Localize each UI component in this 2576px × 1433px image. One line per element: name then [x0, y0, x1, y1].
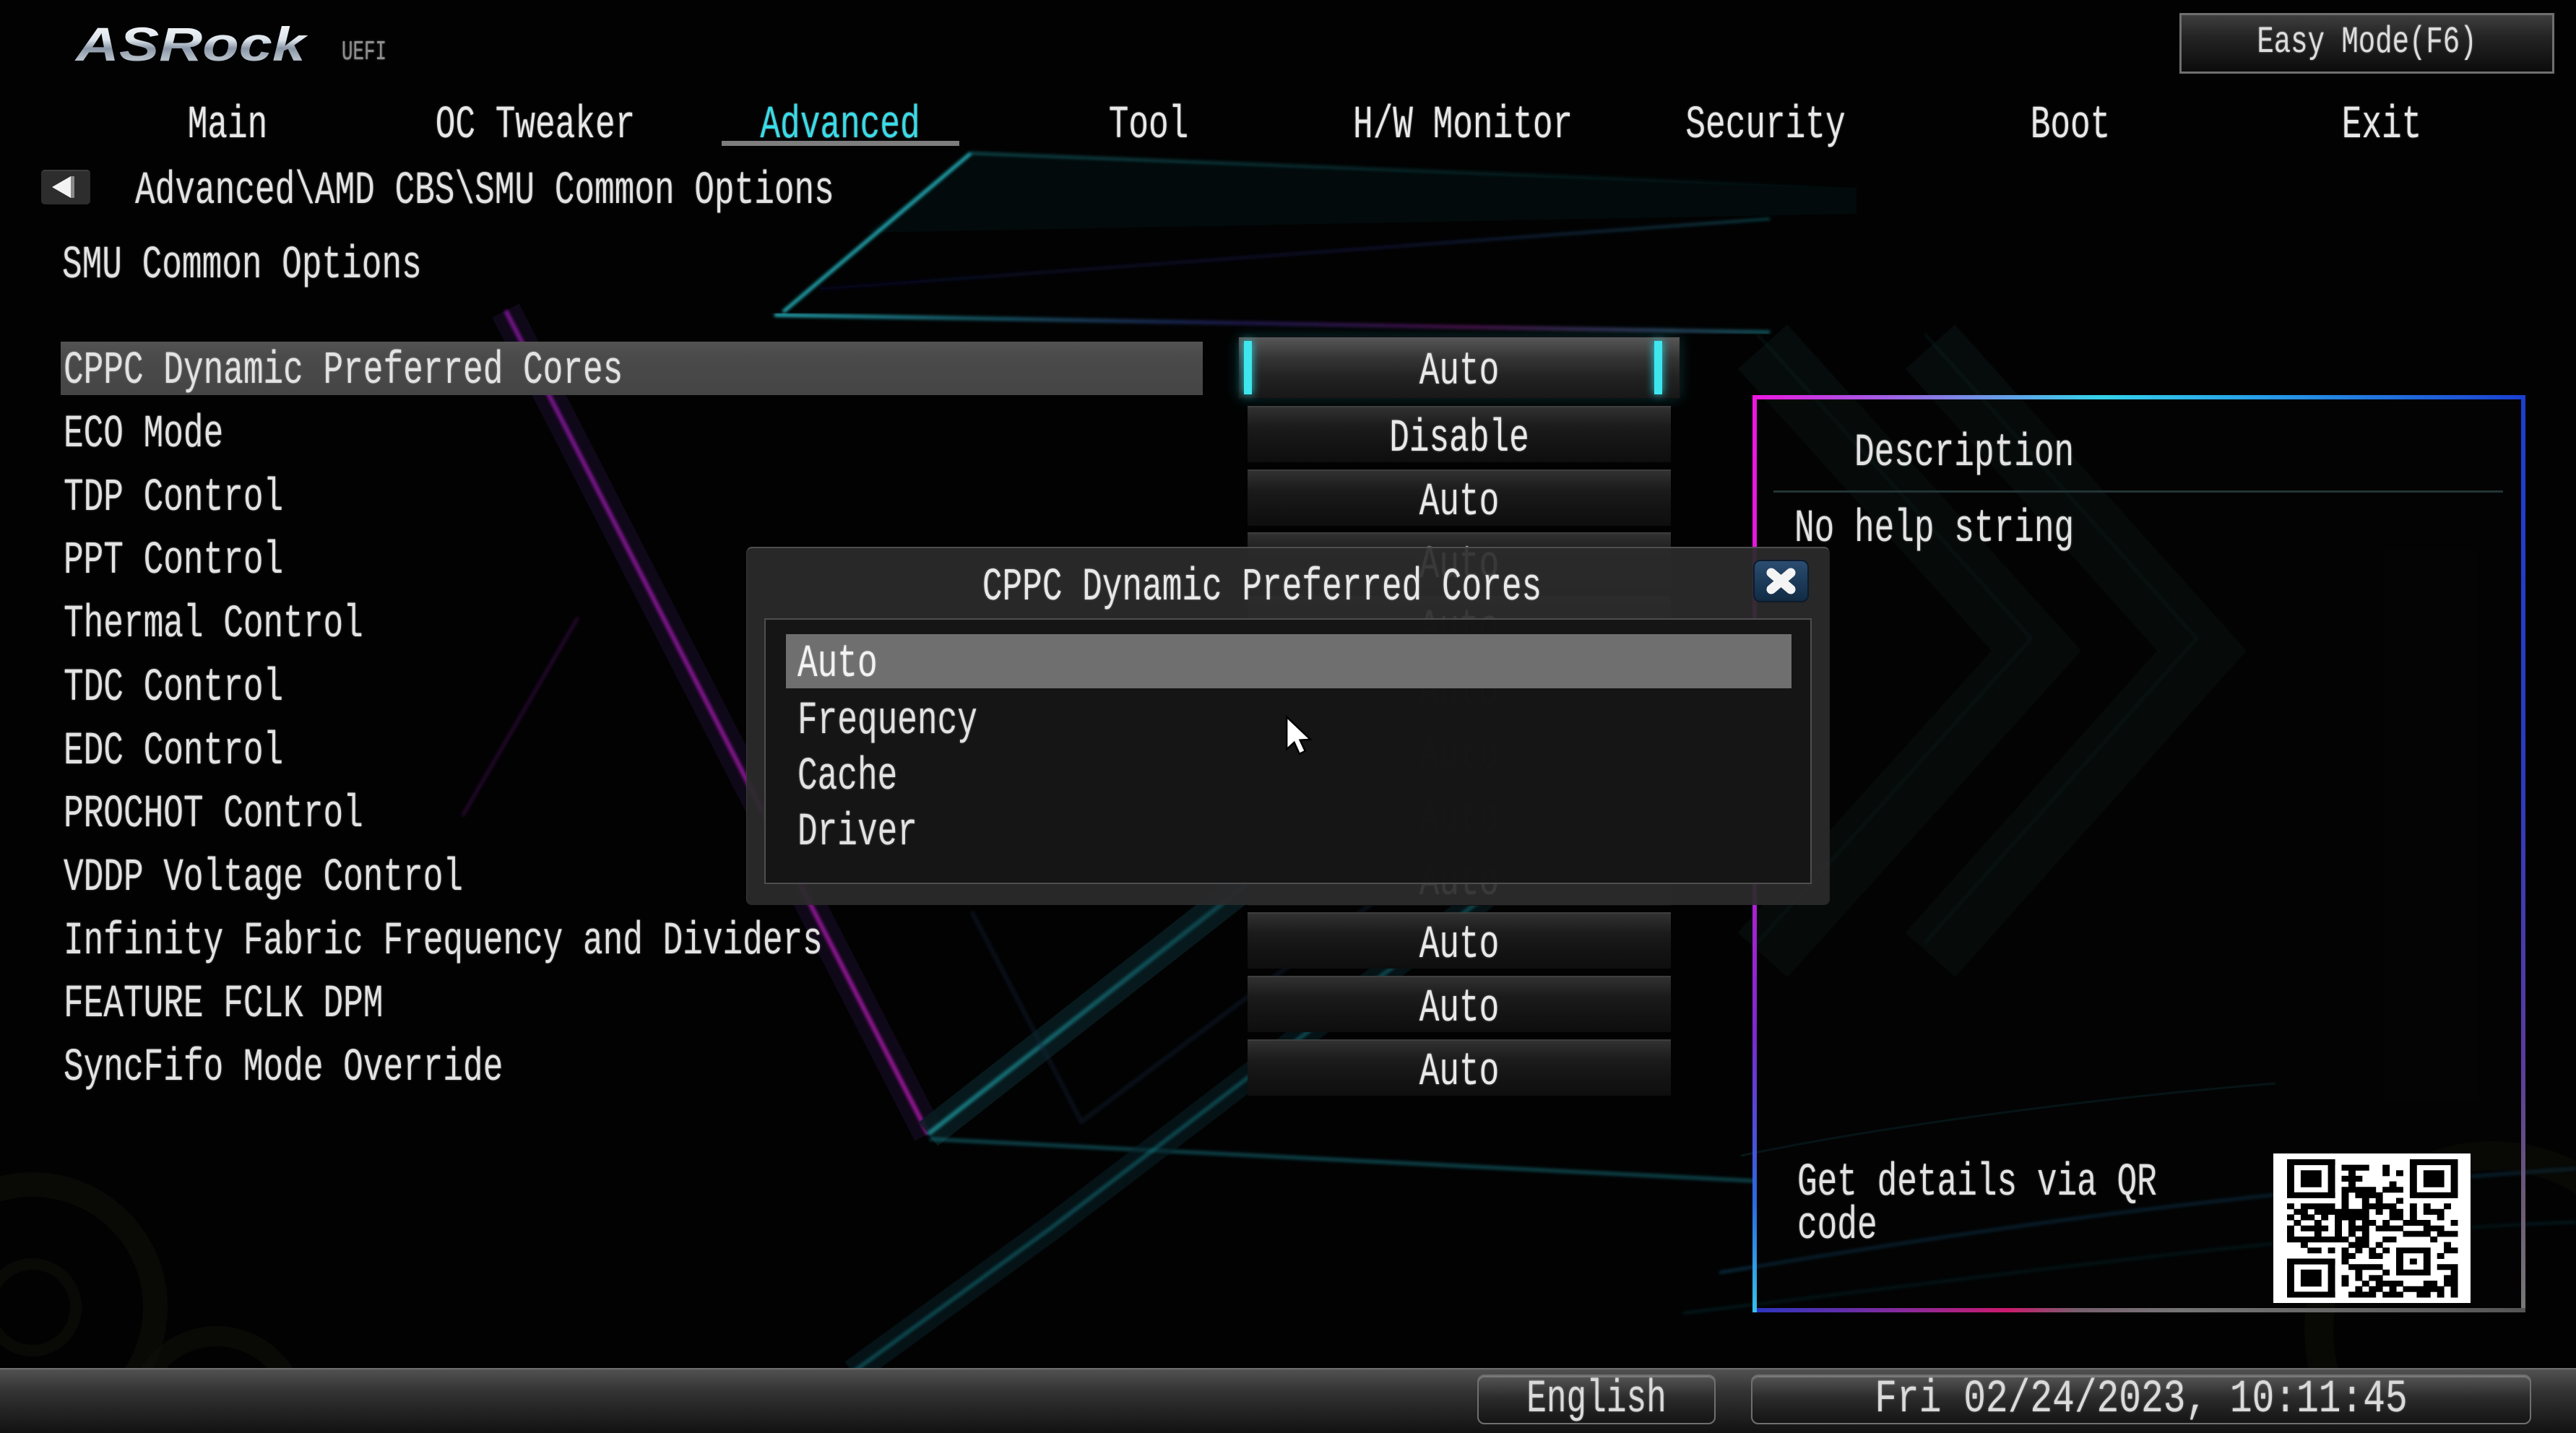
svg-text:ASRock: ASRock	[74, 17, 308, 71]
